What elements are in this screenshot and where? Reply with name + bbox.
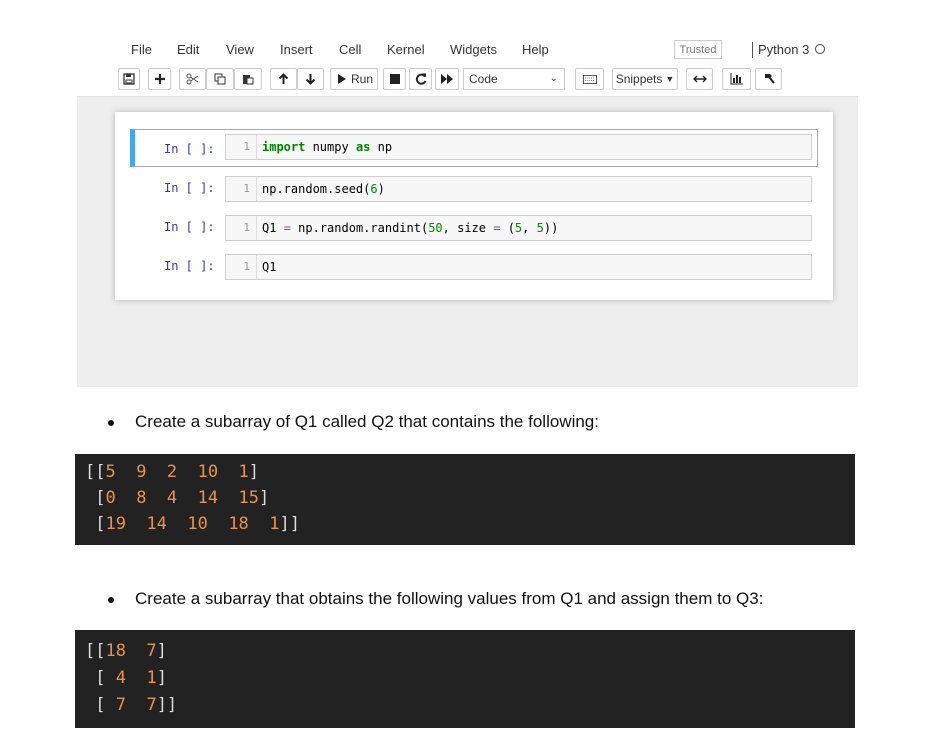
jupyter-notebook-window: File Edit View Insert Cell Kernel Widget…: [77, 34, 858, 387]
expand-button[interactable]: [686, 68, 713, 90]
code-text: import numpy as np: [262, 140, 393, 154]
copy-icon: [214, 73, 226, 85]
code-input[interactable]: 1 Q1 = np.random.randint(50, size = (5, …: [225, 215, 812, 241]
expand-icon: [692, 75, 707, 83]
code-text: Q1: [262, 260, 277, 274]
code-cell[interactable]: In [ ]: 1 np.random.seed(6): [130, 173, 812, 203]
array-line: [ 7 7]]: [95, 695, 178, 715]
run-icon: [338, 74, 346, 84]
chart-button[interactable]: [722, 68, 751, 90]
restart-button[interactable]: [409, 68, 432, 90]
code-text: Q1 = np.random.randint(50, size = (5, 5)…: [262, 221, 559, 235]
move-down-icon: [305, 74, 316, 85]
array-line: [ 4 1]: [95, 668, 167, 688]
menu-widgets[interactable]: Widgets: [450, 42, 497, 57]
move-up-button[interactable]: [270, 68, 297, 90]
trusted-indicator[interactable]: Trusted: [674, 40, 722, 59]
array-line: [0 8 4 14 15]: [95, 488, 270, 508]
cut-button[interactable]: [179, 68, 206, 90]
line-number: 1: [226, 135, 257, 159]
toolbar: Run Code ⌄ Snippets ▼: [77, 64, 858, 97]
save-button[interactable]: [118, 68, 140, 90]
menu-bar: File Edit View Insert Cell Kernel Widget…: [77, 34, 858, 64]
line-number: 1: [226, 177, 257, 201]
cell-prompt: In [ ]:: [164, 220, 215, 234]
code-cell[interactable]: In [ ]: 1 import numpy as np: [130, 129, 818, 167]
keyboard-icon: [582, 74, 597, 84]
notebook-container: In [ ]: 1 import numpy as np In [ ]: 1 n…: [115, 112, 833, 300]
run-button[interactable]: Run: [330, 68, 378, 90]
expected-output-q2: [[5 9 2 10 1] [0 8 4 14 15] [19 14 10 18…: [75, 454, 855, 545]
line-number: 1: [226, 255, 257, 279]
run-label: Run: [351, 72, 374, 86]
stop-icon: [389, 74, 400, 84]
snippets-chevron-icon: ▼: [665, 74, 675, 84]
cell-prompt: In [ ]:: [164, 142, 215, 156]
cell-prompt: In [ ]:: [164, 181, 215, 195]
array-line: [19 14 10 18 1]]: [95, 514, 300, 534]
restart-icon: [415, 73, 426, 85]
menu-kernel[interactable]: Kernel: [387, 42, 425, 57]
cell-type-value: Code: [469, 72, 498, 86]
task2-instruction: Create a subarray that obtains the follo…: [135, 589, 764, 608]
chevron-down-icon: ⌄: [549, 73, 558, 84]
copy-button[interactable]: [206, 68, 234, 90]
move-up-icon: [278, 73, 289, 84]
array-line: [[5 9 2 10 1]: [85, 462, 260, 482]
code-input[interactable]: 1 np.random.seed(6): [225, 176, 812, 202]
tools-button[interactable]: [755, 68, 782, 90]
snippets-label: Snippets: [615, 72, 663, 86]
fast-forward-icon: [441, 74, 453, 84]
menu-edit[interactable]: Edit: [177, 42, 199, 57]
kernel-status-icon: [815, 44, 825, 54]
cell-type-select[interactable]: Code ⌄: [463, 68, 565, 90]
add-cell-icon: [154, 74, 165, 84]
command-palette-button[interactable]: [575, 68, 604, 90]
interrupt-button[interactable]: [383, 68, 406, 90]
snippets-dropdown[interactable]: Snippets ▼: [612, 68, 678, 90]
task1-instruction: Create a subarray of Q1 called Q2 that c…: [135, 412, 599, 431]
paste-icon: [243, 75, 254, 85]
code-cell[interactable]: In [ ]: 1 Q1: [130, 251, 812, 281]
code-text: np.random.seed(6): [262, 182, 385, 196]
menu-insert[interactable]: Insert: [280, 42, 313, 57]
bullet-marker: [108, 420, 114, 426]
code-input[interactable]: 1 Q1: [225, 254, 812, 280]
kernel-name[interactable]: Python 3: [758, 42, 809, 57]
move-down-button[interactable]: [297, 68, 324, 90]
expected-output-q3: [[18 7] [ 4 1] [ 7 7]]: [75, 630, 855, 728]
insert-cell-button[interactable]: [148, 68, 171, 90]
kernel-separator: [752, 42, 753, 58]
menu-file[interactable]: File: [131, 42, 152, 57]
paste-button[interactable]: [234, 68, 262, 90]
code-input[interactable]: 1 import numpy as np: [225, 134, 812, 160]
menu-view[interactable]: View: [226, 42, 254, 57]
code-cell[interactable]: In [ ]: 1 Q1 = np.random.randint(50, siz…: [130, 212, 812, 242]
hammer-icon: [764, 74, 775, 84]
cell-prompt: In [ ]:: [164, 259, 215, 273]
cut-icon: [186, 73, 199, 85]
save-icon: [123, 73, 135, 85]
restart-run-all-button[interactable]: [435, 68, 459, 90]
array-line: [[18 7]: [85, 641, 167, 661]
chart-icon: [730, 73, 743, 85]
bullet-marker: [108, 597, 114, 603]
line-number: 1: [226, 216, 257, 240]
menu-help[interactable]: Help: [522, 42, 549, 57]
menu-cell[interactable]: Cell: [339, 42, 361, 57]
